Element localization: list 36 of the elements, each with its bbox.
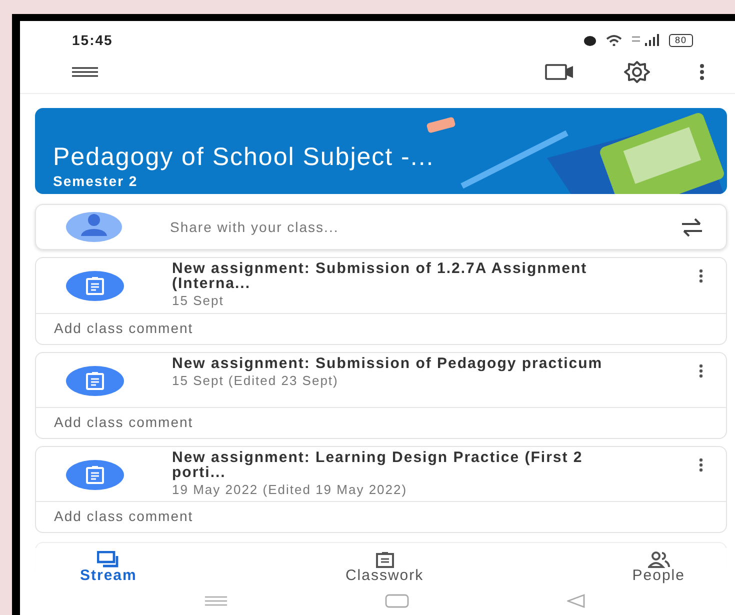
- post-date: 15 Sept: [172, 292, 225, 310]
- share-post-card[interactable]: Share with your class...: [35, 204, 727, 250]
- repost-arrows-icon[interactable]: [680, 217, 704, 238]
- more-options-icon[interactable]: [698, 364, 704, 378]
- signal-icon: [630, 34, 661, 46]
- nav-tab[interactable]: Classwork: [345, 551, 424, 584]
- add-comment-link[interactable]: Add class comment: [36, 502, 726, 532]
- post-title[interactable]: New assignment: Submission of 1.2.7A Assignment (Interna...: [172, 261, 612, 292]
- settings-icon[interactable]: [623, 60, 651, 84]
- menu-icon[interactable]: [72, 67, 98, 78]
- add-comment-link[interactable]: Add class comment: [36, 314, 726, 344]
- video-camera-icon[interactable]: [545, 63, 575, 82]
- share-input-field[interactable]: Share with your class...: [170, 216, 680, 238]
- more-options-icon[interactable]: [698, 458, 704, 472]
- post-date: 19 May 2022 (Edited 19 May 2022): [172, 480, 408, 499]
- clipboard-icon: [85, 277, 105, 296]
- people-icon: [648, 551, 670, 568]
- nav-tab[interactable]: Stream: [80, 551, 137, 584]
- clock-time: 15:45: [72, 30, 113, 50]
- classwork-icon: [374, 551, 396, 568]
- wifi-icon: [604, 34, 623, 46]
- more-options-icon[interactable]: [698, 269, 704, 284]
- nav-tab[interactable]: People: [632, 551, 685, 584]
- clipboard-icon: [85, 372, 105, 390]
- post-date: 15 Sept (Edited 23 Sept): [172, 372, 340, 390]
- post-title[interactable]: New assignment: Learning Design Practice (First 2 porti...: [172, 450, 612, 480]
- class-title: Pedagogy of School Subject -...: [53, 144, 436, 172]
- class-banner[interactable]: Pedagogy of School Subject -... Semester 2: [35, 108, 727, 194]
- add-comment-link[interactable]: Add class comment: [36, 408, 726, 438]
- more-options-icon[interactable]: [699, 63, 705, 82]
- person-silhouette-icon: [80, 212, 108, 236]
- stream-icon: [97, 551, 120, 568]
- battery-indicator: 80: [668, 34, 693, 47]
- post-title[interactable]: New assignment: Submission of Pedagogy practicum: [172, 356, 612, 371]
- clipboard-icon: [85, 466, 105, 484]
- class-section: Semester 2: [53, 171, 727, 192]
